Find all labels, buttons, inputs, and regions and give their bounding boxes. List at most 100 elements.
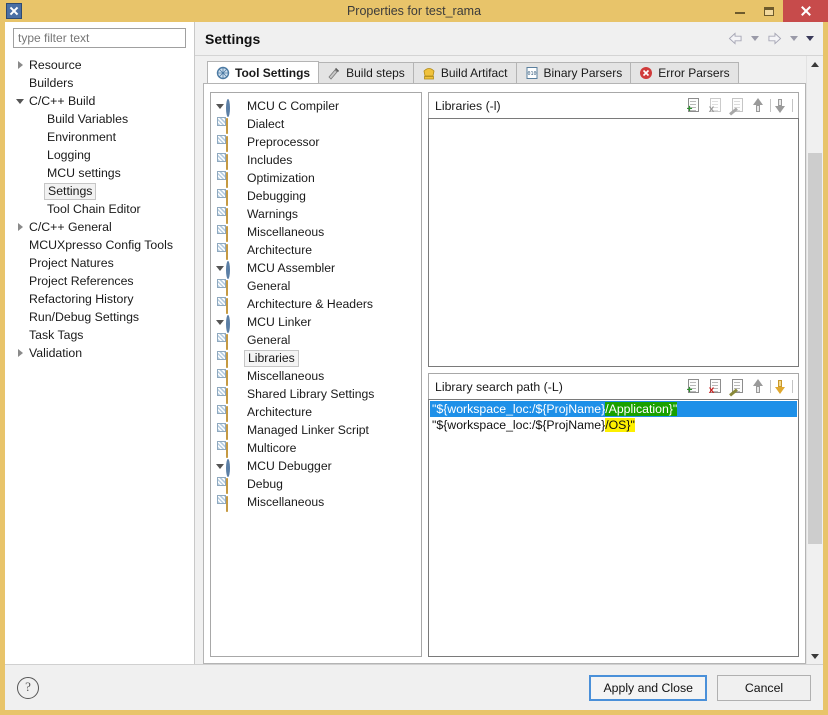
tool-tree-item-mcu-assembler[interactable]: MCU Assembler (213, 259, 421, 279)
libraries-edit-button[interactable] (729, 97, 746, 116)
maximize-button[interactable] (754, 0, 783, 22)
tool-tree-label: Optimization (247, 171, 315, 185)
content-scrollbar[interactable] (806, 56, 823, 664)
tab-tool-settings[interactable]: Tool Settings (207, 61, 320, 83)
tab-build-steps[interactable]: Build steps (318, 62, 414, 83)
tool-tree-item-general[interactable]: General (213, 331, 421, 350)
sidebar-item-settings[interactable]: Settings (13, 182, 194, 200)
tool-tree-item-architecture[interactable]: Architecture (213, 403, 421, 422)
search-path-move-up-button[interactable] (751, 378, 771, 395)
close-button[interactable] (783, 0, 828, 22)
tool-tree-item-miscellaneous[interactable]: Miscellaneous (213, 493, 421, 512)
scroll-up-button[interactable] (807, 56, 823, 72)
sidebar-item-project-references[interactable]: Project References (13, 272, 194, 290)
tool-tree-item-managed-linker-script[interactable]: Managed Linker Script (213, 421, 421, 440)
tool-tree-item-miscellaneous[interactable]: Miscellaneous (213, 367, 421, 386)
window-title: Properties for test_rama (346, 4, 482, 18)
tab-bar: Tool Settings Build steps Build Artifact 01… (203, 61, 806, 84)
scroll-down-button[interactable] (807, 648, 823, 664)
sidebar-item-label: MCUXpresso Config Tools (29, 238, 173, 252)
sidebar-item-mcu-settings[interactable]: MCU settings (13, 164, 194, 182)
tool-icon (226, 261, 242, 279)
tool-tree-item-dialect[interactable]: Dialect (213, 115, 421, 134)
x-badge-icon: x (708, 104, 715, 115)
library-search-path-item[interactable]: "${workspace_loc:/${ProjName}/Applicatio… (430, 401, 797, 417)
libraries-delete-button[interactable]: x (707, 97, 724, 115)
tool-tree-item-debugging[interactable]: Debugging (213, 187, 421, 206)
tool-tree[interactable]: MCU C Compiler Dialect Preprocessor Include… (210, 92, 422, 657)
sidebar-item-validation[interactable]: Validation (13, 344, 194, 362)
tool-tree-item-mcu-linker[interactable]: MCU Linker (213, 313, 421, 333)
forward-button[interactable] (764, 30, 785, 47)
sidebar-item-resource[interactable]: Resource (13, 56, 194, 74)
settings-pane: Settings Tool Settings Build steps Build… (195, 22, 823, 664)
sidebar-item-environment[interactable]: Environment (13, 128, 194, 146)
expander[interactable] (13, 98, 27, 104)
tool-tree-item-architecture[interactable]: Architecture (213, 241, 421, 260)
tool-tree-item-mcu-c-compiler[interactable]: MCU C Compiler (213, 97, 421, 117)
sidebar-item-run-debug-settings[interactable]: Run/Debug Settings (13, 308, 194, 326)
minimize-button[interactable] (725, 0, 754, 22)
expander[interactable] (13, 349, 27, 357)
back-dropdown-button[interactable] (748, 34, 762, 43)
tool-tree-item-general[interactable]: General (213, 277, 421, 296)
libraries-list[interactable] (428, 118, 799, 367)
apply-and-close-button[interactable]: Apply and Close (589, 674, 707, 701)
sidebar-item-c-c-general[interactable]: C/C++ General (13, 218, 194, 236)
search-path-add-button[interactable]: + (685, 378, 702, 396)
library-search-path-item[interactable]: "${workspace_loc:/${ProjName}/OS}" (430, 417, 797, 433)
page-icon (226, 117, 242, 134)
tool-tree-item-debug[interactable]: Debug (213, 475, 421, 494)
tab-label: Build steps (346, 66, 405, 80)
sidebar-item-project-natures[interactable]: Project Natures (13, 254, 194, 272)
tab-error-parsers[interactable]: Error Parsers (630, 62, 739, 83)
forward-dropdown-button[interactable] (787, 34, 801, 43)
filter-input[interactable] (13, 28, 186, 48)
sidebar-item-mcuxpresso-config-tools[interactable]: MCUXpresso Config Tools (13, 236, 194, 254)
sidebar-item-logging[interactable]: Logging (13, 146, 194, 164)
search-path-edit-button[interactable] (729, 378, 746, 397)
tool-tree-item-mcu-debugger[interactable]: MCU Debugger (213, 457, 421, 477)
page-icon (226, 153, 242, 170)
expander[interactable] (213, 319, 226, 325)
tool-tree-item-warnings[interactable]: Warnings (213, 205, 421, 224)
scrollbar-track[interactable] (808, 72, 822, 648)
tab-binary-parsers[interactable]: 010 Binary Parsers (515, 62, 632, 83)
libraries-add-button[interactable]: + (685, 97, 702, 115)
tool-tree-item-libraries[interactable]: Libraries (213, 349, 421, 368)
library-search-path-list[interactable]: "${workspace_loc:/${ProjName}/Applicatio… (428, 399, 799, 657)
expander[interactable] (13, 61, 27, 69)
cancel-button[interactable]: Cancel (717, 674, 811, 701)
expander[interactable] (213, 103, 226, 109)
tool-tree-item-miscellaneous[interactable]: Miscellaneous (213, 223, 421, 242)
search-path-delete-button[interactable]: x (707, 378, 724, 396)
expander[interactable] (213, 265, 226, 271)
libraries-move-down-button[interactable] (773, 97, 793, 114)
sidebar-item-builders[interactable]: Builders (13, 74, 194, 92)
sidebar-item-c-c-build[interactable]: C/C++ Build (13, 92, 194, 110)
tool-tree-item-preprocessor[interactable]: Preprocessor (213, 133, 421, 152)
view-menu-button[interactable] (803, 34, 817, 43)
tool-tree-item-architecture-headers[interactable]: Architecture & Headers (213, 295, 421, 314)
help-icon[interactable]: ? (17, 676, 39, 699)
tool-settings-icon (216, 66, 230, 80)
back-button[interactable] (725, 30, 746, 47)
expander[interactable] (13, 223, 27, 231)
scrollbar-thumb[interactable] (808, 152, 822, 545)
libraries-move-up-button[interactable] (751, 97, 771, 114)
page-icon (226, 135, 242, 152)
tool-tree-label: Preprocessor (247, 135, 320, 149)
search-path-move-down-button[interactable] (773, 378, 793, 395)
tool-tree-label: MCU Debugger (247, 459, 332, 473)
tool-tree-item-includes[interactable]: Includes (213, 151, 421, 170)
tab-build-artifact[interactable]: Build Artifact (412, 62, 517, 83)
sidebar-item-refactoring-history[interactable]: Refactoring History (13, 290, 194, 308)
highlighted-text: /OS}" (605, 418, 635, 432)
sidebar-item-build-variables[interactable]: Build Variables (13, 110, 194, 128)
expander[interactable] (213, 463, 226, 469)
tool-tree-item-multicore[interactable]: Multicore (213, 439, 421, 458)
tool-tree-item-optimization[interactable]: Optimization (213, 169, 421, 188)
sidebar-item-task-tags[interactable]: Task Tags (13, 326, 194, 344)
tool-tree-item-shared-library-settings[interactable]: Shared Library Settings (213, 385, 421, 404)
sidebar-item-tool-chain-editor[interactable]: Tool Chain Editor (13, 200, 194, 218)
